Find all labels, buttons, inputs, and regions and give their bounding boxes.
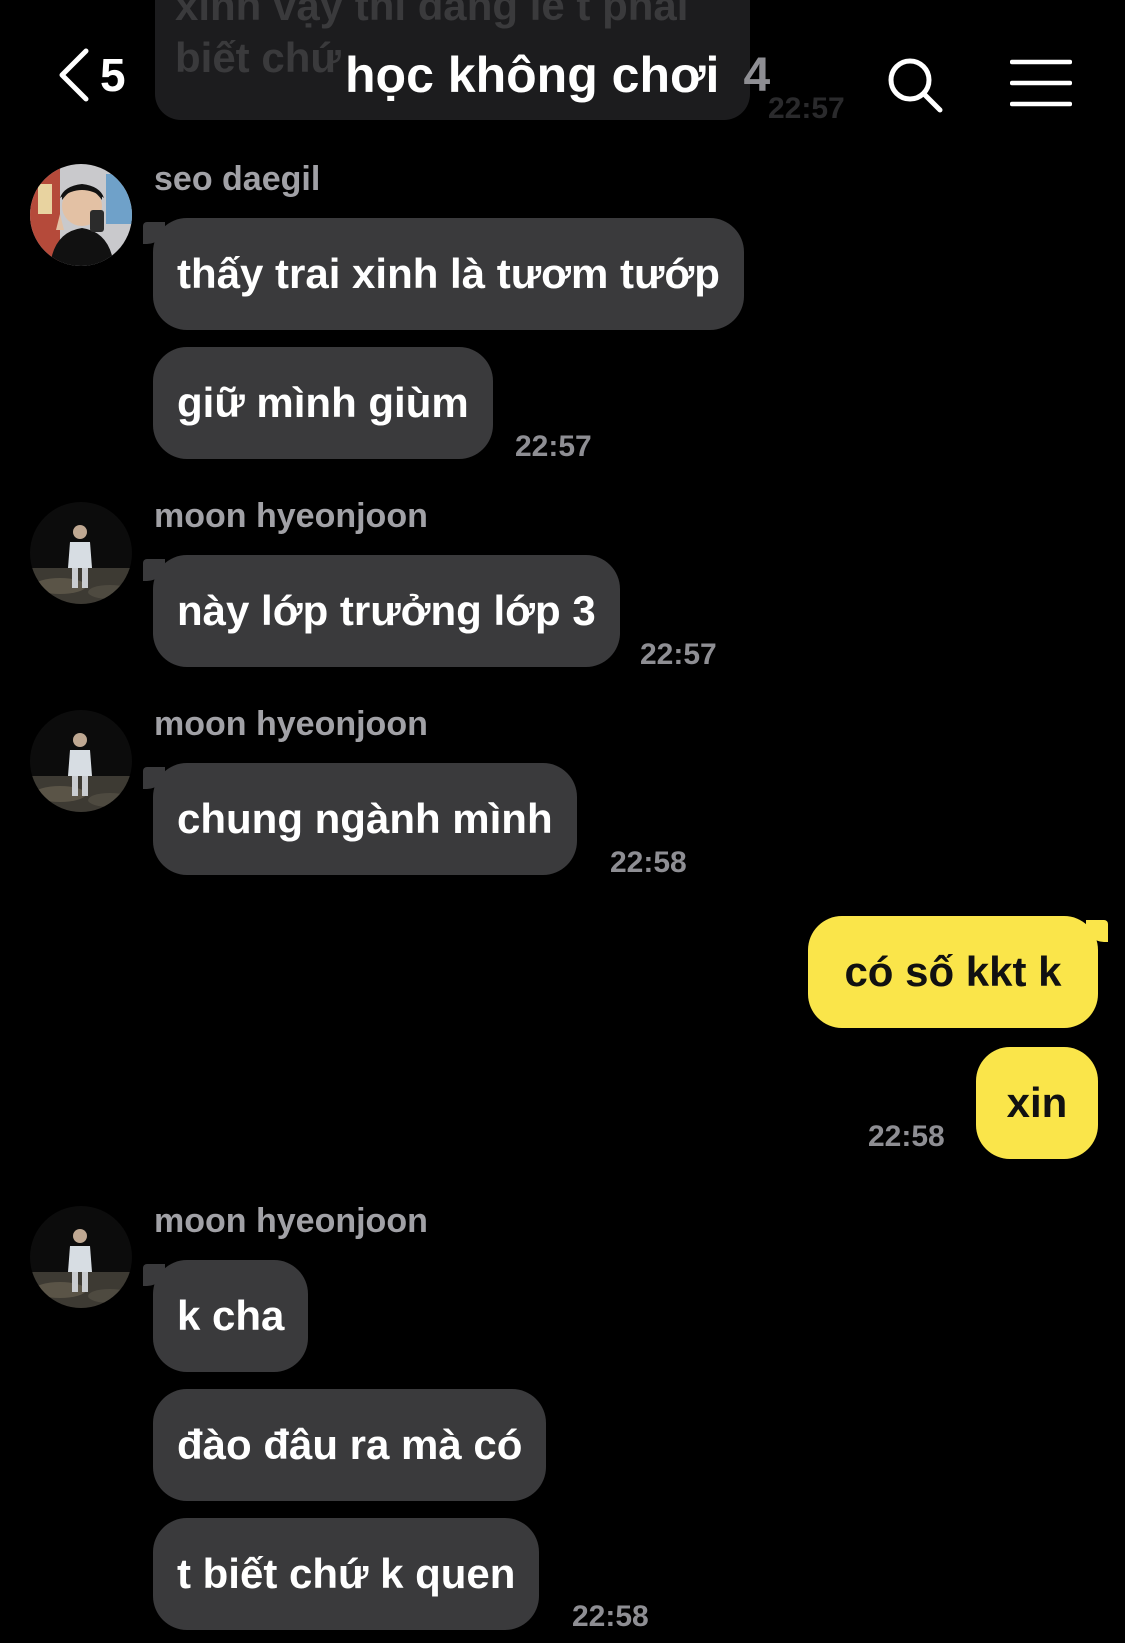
message-time: 22:58 bbox=[610, 846, 687, 879]
message-time: 22:57 bbox=[515, 430, 592, 463]
back-button[interactable]: 5 bbox=[56, 40, 126, 110]
chat-title: học không chơi bbox=[345, 47, 720, 103]
message-bubble[interactable]: t biết chứ k quen bbox=[153, 1518, 540, 1630]
message-time: 22:58 bbox=[572, 1600, 649, 1633]
sender-name: moon hyeonjoon bbox=[154, 497, 428, 535]
avatar-seo-daegil[interactable] bbox=[30, 164, 132, 266]
sender-name: moon hyeonjoon bbox=[154, 705, 428, 743]
message-bubble[interactable]: thấy trai xinh là tươm tướp bbox=[143, 218, 744, 330]
message-bubble[interactable]: chung ngành mình bbox=[143, 763, 577, 875]
avatar-moon-hyeonjoon[interactable] bbox=[30, 1206, 132, 1308]
message-bubble[interactable]: k cha bbox=[142, 1260, 309, 1372]
message-bubble[interactable]: đào đâu ra mà có bbox=[153, 1389, 547, 1501]
search-button[interactable] bbox=[886, 56, 946, 116]
menu-icon bbox=[1009, 59, 1073, 112]
sender-name: moon hyeonjoon bbox=[154, 1202, 428, 1240]
message-bubble[interactable]: này lớp trưởng lớp 3 bbox=[143, 555, 620, 667]
my-message-bubble[interactable]: có số kkt k bbox=[808, 916, 1108, 1028]
message-time: 22:57 bbox=[640, 638, 717, 671]
chat-title-group[interactable]: học không chơi 4 bbox=[345, 42, 770, 108]
avatar-moon-hyeonjoon[interactable] bbox=[30, 710, 132, 812]
search-icon bbox=[886, 58, 946, 120]
message-time: 22:58 bbox=[868, 1120, 945, 1153]
message-bubble[interactable]: giữ mình giùm bbox=[153, 347, 493, 459]
sender-name: seo daegil bbox=[154, 160, 321, 198]
chat-header: 5 học không chơi 4 bbox=[0, 0, 1125, 150]
menu-button[interactable] bbox=[1009, 58, 1073, 108]
member-count: 4 bbox=[743, 48, 771, 102]
my-message-bubble[interactable]: xin bbox=[976, 1047, 1098, 1159]
unread-count: 5 bbox=[100, 49, 126, 101]
avatar-moon-hyeonjoon[interactable] bbox=[30, 502, 132, 604]
chevron-left-icon bbox=[56, 47, 90, 103]
